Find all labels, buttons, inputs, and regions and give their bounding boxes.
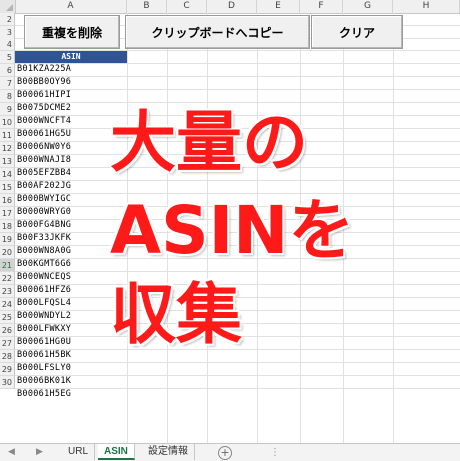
row-header-19[interactable]: 19 <box>0 233 15 246</box>
row-header-8[interactable]: 8 <box>0 90 15 103</box>
row-header-11[interactable]: 11 <box>0 129 15 142</box>
overlay-line-2: ASINを <box>110 192 355 269</box>
asin-cell[interactable]: B01KZA225A <box>17 64 71 74</box>
asin-column-header[interactable]: ASIN <box>15 51 127 63</box>
asin-cell[interactable]: B00061HG5U <box>17 129 71 139</box>
asin-cell[interactable]: B00061HIPI <box>17 90 71 100</box>
row-header-7[interactable]: 7 <box>0 77 15 90</box>
asin-cell[interactable]: B000WNDYL2 <box>17 311 71 321</box>
add-sheet-icon[interactable]: + <box>218 446 232 460</box>
prev-sheet-icon[interactable]: ◀ <box>8 444 15 461</box>
asin-cell[interactable]: B005EFZBB4 <box>17 168 71 178</box>
row-header-9[interactable]: 9 <box>0 103 15 116</box>
asin-cell[interactable]: B000LFWKXY <box>17 324 71 334</box>
row-header-25[interactable]: 25 <box>0 311 15 324</box>
asin-cell[interactable]: B0000WRYG0 <box>17 207 71 217</box>
row-header-24[interactable]: 24 <box>0 298 15 311</box>
asin-cell[interactable]: B00061H5EG <box>17 389 71 399</box>
row-header-23[interactable]: 23 <box>0 285 15 298</box>
asin-cell[interactable]: B000BWYIGC <box>17 194 71 204</box>
row-header-15[interactable]: 15 <box>0 181 15 194</box>
asin-cell[interactable]: B000WN8A0G <box>17 246 71 256</box>
column-gridline <box>393 13 394 443</box>
asin-cell[interactable]: B000WNCFT4 <box>17 116 71 126</box>
column-header-e[interactable]: E <box>257 0 300 13</box>
row-header-17[interactable]: 17 <box>0 207 15 220</box>
asin-cell[interactable]: B00BB0OY96 <box>17 77 71 87</box>
row-header-20[interactable]: 20 <box>0 246 15 259</box>
row-header-16[interactable]: 16 <box>0 194 15 207</box>
tab-settings[interactable]: 設定情報 <box>142 444 195 460</box>
column-header-c[interactable]: C <box>167 0 207 13</box>
next-sheet-icon[interactable]: ▶ <box>36 444 43 461</box>
sheet-tab-bar: ◀ ▶ URL ASIN 設定情報 + ⋮ <box>0 443 460 461</box>
remove-duplicates-button[interactable]: 重複を削除 <box>24 15 120 49</box>
asin-cell[interactable]: B00AF202JG <box>17 181 71 191</box>
asin-cell[interactable]: B0006BK01K <box>17 376 71 386</box>
asin-cell[interactable]: B00061HFZ6 <box>17 285 71 295</box>
more-options-icon[interactable]: ⋮ <box>270 444 280 461</box>
row-header-30[interactable]: 30 <box>0 376 15 389</box>
asin-cell[interactable]: B000WNAJI8 <box>17 155 71 165</box>
row-header-26[interactable]: 26 <box>0 324 15 337</box>
column-header-d[interactable]: D <box>207 0 257 13</box>
column-header-b[interactable]: B <box>127 0 167 13</box>
tab-url[interactable]: URL <box>62 444 96 460</box>
asin-cell[interactable]: B00KGMT6G6 <box>17 259 71 269</box>
copy-to-clipboard-button[interactable]: クリップボードへコピー <box>125 15 310 49</box>
row-header-29[interactable]: 29 <box>0 363 15 376</box>
row-header-13[interactable]: 13 <box>0 155 15 168</box>
asin-cell[interactable]: B00F33JKFK <box>17 233 71 243</box>
row-header-28[interactable]: 28 <box>0 350 15 363</box>
asin-cell[interactable]: B0075DCME2 <box>17 103 71 113</box>
row-header-22[interactable]: 22 <box>0 272 15 285</box>
asin-cell[interactable]: B000LFQSL4 <box>17 298 71 308</box>
row-header-14[interactable]: 14 <box>0 168 15 181</box>
select-all-corner[interactable] <box>0 0 16 13</box>
asin-cell[interactable]: B00061H5BK <box>17 350 71 360</box>
spreadsheet-grid[interactable]: A B C D E F G H 2 3 4 5 6 7 8 9 10 11 12 13 14 15 16 17… <box>0 0 460 443</box>
row-header-6[interactable]: 6 <box>0 64 15 77</box>
row-header-4[interactable]: 4 <box>0 38 15 51</box>
overlay-line-3: 収集 <box>110 276 242 353</box>
row-header-27[interactable]: 27 <box>0 337 15 350</box>
column-header-f[interactable]: F <box>300 0 343 13</box>
clear-button[interactable]: クリア <box>311 15 403 49</box>
asin-cell[interactable]: B00061HG0U <box>17 337 71 347</box>
row-header-21[interactable]: 21 <box>0 259 15 272</box>
column-header-h[interactable]: H <box>393 0 460 13</box>
column-header-a[interactable]: A <box>15 0 127 13</box>
overlay-line-1: 大量の <box>110 104 308 181</box>
column-header-g[interactable]: G <box>343 0 393 13</box>
asin-cell[interactable]: B000LFSLY0 <box>17 363 71 373</box>
row-header-18[interactable]: 18 <box>0 220 15 233</box>
tab-asin[interactable]: ASIN <box>98 444 135 460</box>
asin-cell[interactable]: B000WNCEQS <box>17 272 71 282</box>
row-header-12[interactable]: 12 <box>0 142 15 155</box>
row-header-5[interactable]: 5 <box>0 51 15 64</box>
row-header-10[interactable]: 10 <box>0 116 15 129</box>
asin-cell[interactable]: B000FG4BNG <box>17 220 71 230</box>
row-header-2[interactable]: 2 <box>0 13 15 26</box>
column-header-row: A B C D E F G H <box>0 0 460 14</box>
asin-cell[interactable]: B0006NW0Y6 <box>17 142 71 152</box>
